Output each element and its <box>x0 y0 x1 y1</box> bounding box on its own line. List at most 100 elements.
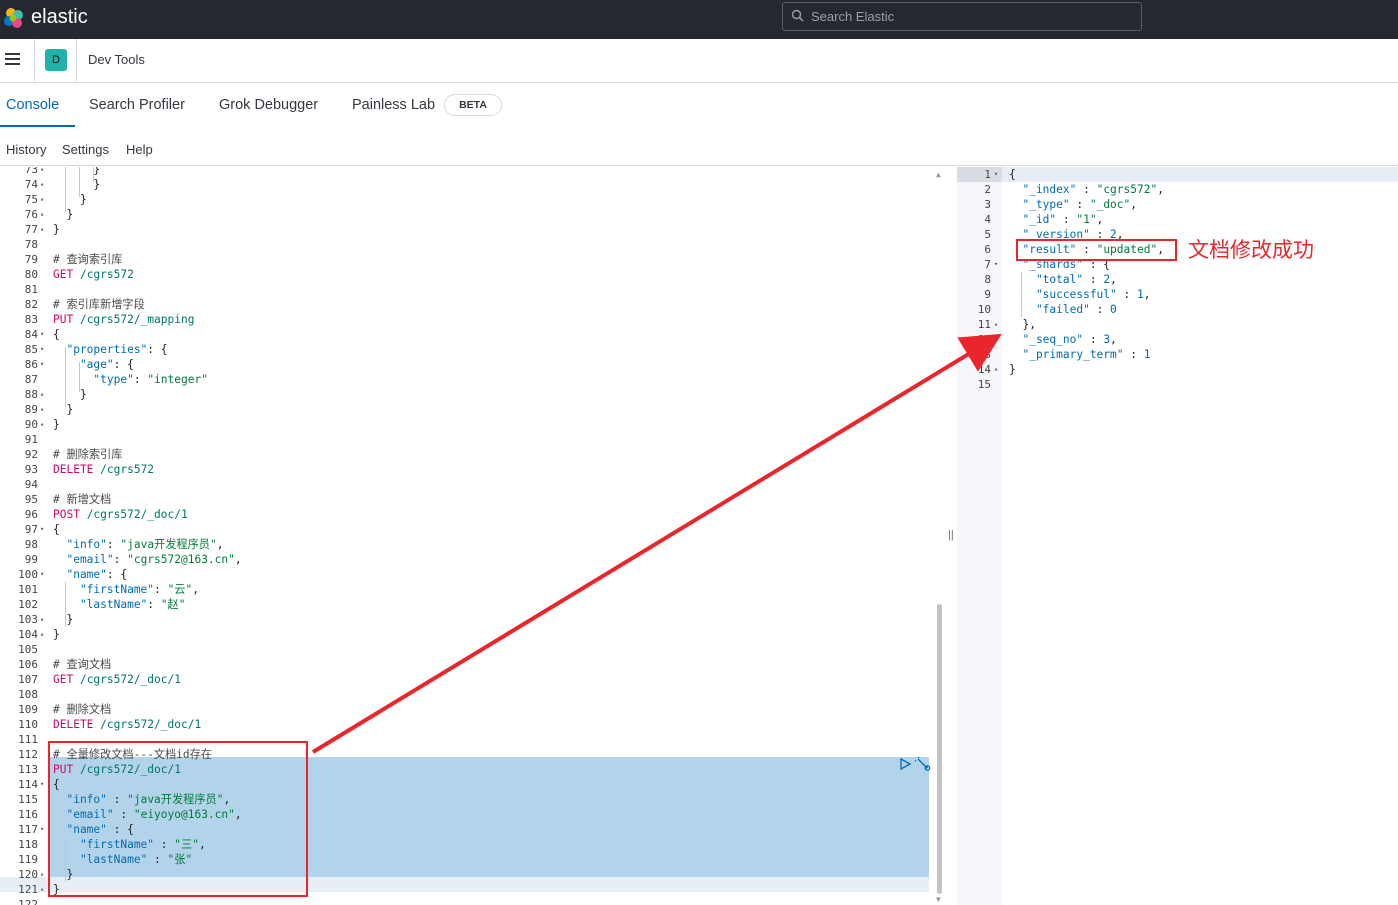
editor-token: } <box>53 403 74 416</box>
editor-scrollbar[interactable] <box>937 604 942 894</box>
editor-token: } <box>53 418 60 431</box>
output-code-line: "_primary_term" : 1 <box>1009 347 1150 362</box>
space-avatar[interactable]: D <box>45 49 67 71</box>
output-token: "_type" <box>1009 198 1070 211</box>
play-icon[interactable] <box>899 758 911 770</box>
editor-line-number: 118 <box>18 838 38 851</box>
editor-line-number: 74 <box>24 178 38 191</box>
wrench-icon[interactable] <box>915 757 931 772</box>
editor-token: , <box>216 538 224 551</box>
elastic-logo-icon[interactable] <box>2 6 26 30</box>
editor-gutter: 73 ▴ 74 ▴ 75 ▴ 76 ▴ 77 ▴ 78 79 80 81 82 83 84 ▾ 85 ▾ 86 ▾ 87 88… <box>0 167 49 905</box>
search-input[interactable]: Search Elastic <box>782 2 1142 31</box>
editor-code-line: "info": "java开发程序员", <box>53 537 223 552</box>
fold-open-icon[interactable]: ▾ <box>994 257 998 272</box>
output-line-number: 10 <box>977 303 991 316</box>
beta-badge: BETA <box>444 94 502 116</box>
fold-open-icon[interactable]: ▾ <box>40 522 44 537</box>
editor-code-line: "firstName": "云", <box>53 582 199 597</box>
output-token: : <box>1056 213 1077 226</box>
fold-close-icon[interactable]: ▴ <box>40 627 44 642</box>
output-gutter: 1 ▾ 2 3 4 5 6 7 ▾ 8 9 10 11 ▴ 12 13 14 ▴ 15 <box>957 167 1002 905</box>
fold-open-icon[interactable]: ▾ <box>40 357 44 372</box>
menu-icon[interactable] <box>5 53 20 65</box>
tab-grok-debugger[interactable]: Grok Debugger <box>219 97 318 113</box>
fold-close-icon[interactable]: ▴ <box>40 417 44 432</box>
fold-close-icon[interactable]: ▴ <box>40 207 44 222</box>
editor-code-line: } <box>53 402 73 417</box>
fold-open-icon[interactable]: ▾ <box>40 342 44 357</box>
editor-code-line: } <box>53 627 60 642</box>
editor-line-number: 107 <box>18 673 38 686</box>
fold-open-icon[interactable]: ▾ <box>40 567 44 582</box>
editor-token: /cgrs572/_mapping <box>73 313 195 326</box>
fold-close-icon[interactable]: ▴ <box>40 167 44 177</box>
editor-line-number: 120 <box>18 868 38 881</box>
editor-token: "age" <box>53 358 114 371</box>
editor-line-number: 85 <box>24 343 38 356</box>
editor-line-number: 79 <box>24 253 38 266</box>
editor-token: POST <box>53 508 80 521</box>
divider <box>34 39 35 82</box>
scroll-down-icon[interactable]: ▼ <box>936 895 941 904</box>
editor-token: "integer" <box>147 373 208 386</box>
output-token: "_doc" <box>1089 198 1131 211</box>
output-token: "successful" <box>1009 288 1117 301</box>
editor-code-line: DELETE /cgrs572/_doc/1 <box>53 717 201 732</box>
fold-open-icon[interactable]: ▾ <box>40 822 44 837</box>
output-token: }, <box>1009 318 1036 331</box>
editor-token: DELETE <box>53 718 94 731</box>
editor-token: , <box>192 583 199 596</box>
editor-line-number: 83 <box>24 313 38 326</box>
tab-console[interactable]: Console <box>6 97 59 113</box>
editor-token: : <box>154 583 168 596</box>
output-token: "_seq_no" <box>1009 333 1084 346</box>
fold-close-icon[interactable]: ▴ <box>40 882 44 897</box>
editor-token: # 删除索引库 <box>53 448 123 461</box>
history-link[interactable]: History <box>6 142 46 157</box>
editor-line-number: 77 <box>24 223 38 236</box>
fold-close-icon[interactable]: ▴ <box>40 387 44 402</box>
output-token: "_index" <box>1009 183 1077 196</box>
fold-close-icon[interactable]: ▴ <box>40 177 44 192</box>
fold-close-icon[interactable]: ▴ <box>40 402 44 417</box>
active-tab-indicator <box>0 125 75 127</box>
response-output: 1 ▾ 2 3 4 5 6 7 ▾ 8 9 10 11 ▴ 12 13 14 ▴ 15 { "_index" : "… <box>957 167 1398 905</box>
fold-close-icon[interactable]: ▴ <box>994 362 998 377</box>
editor-code-line: "email": "cgrs572@163.cn", <box>53 552 242 567</box>
editor-token: { <box>53 328 60 341</box>
fold-open-icon[interactable]: ▾ <box>994 167 998 182</box>
editor-token: : <box>106 538 121 551</box>
editor-line-number: 99 <box>24 553 38 566</box>
editor-line-number: 111 <box>18 733 38 746</box>
editor-code-line: } <box>53 222 60 237</box>
editor-token: /cgrs572 <box>93 463 155 476</box>
help-link[interactable]: Help <box>126 142 153 157</box>
fold-close-icon[interactable]: ▴ <box>40 867 44 882</box>
editor-code-line: } <box>53 207 73 222</box>
resize-handle-icon[interactable]: || <box>948 529 954 541</box>
editor-code-line: # 查询文档 <box>53 657 111 672</box>
pane-resizer[interactable]: || <box>945 167 957 905</box>
scroll-up-icon[interactable]: ▲ <box>936 170 941 179</box>
settings-link[interactable]: Settings <box>62 142 109 157</box>
fold-close-icon[interactable]: ▴ <box>40 612 44 627</box>
fold-close-icon[interactable]: ▴ <box>40 222 44 237</box>
editor-code-line: # 索引库新增字段 <box>53 297 145 312</box>
editor-line-number: 113 <box>18 763 38 776</box>
editor-token: , <box>234 553 242 566</box>
search-icon <box>791 9 804 22</box>
fold-close-icon[interactable]: ▴ <box>994 317 998 332</box>
editor-token: } <box>53 613 74 626</box>
editor-line-number: 93 <box>24 463 38 476</box>
output-line-number: 7 <box>984 258 991 271</box>
editor-line-number: 116 <box>18 808 38 821</box>
editor-line-number: 117 <box>18 823 38 836</box>
fold-open-icon[interactable]: ▾ <box>40 777 44 792</box>
fold-close-icon[interactable]: ▴ <box>40 192 44 207</box>
fold-open-icon[interactable]: ▾ <box>40 327 44 342</box>
editor-line-number: 119 <box>18 853 38 866</box>
tab-search-profiler[interactable]: Search Profiler <box>89 97 185 113</box>
output-token: "cgrs572" <box>1096 183 1158 196</box>
tab-painless-lab[interactable]: Painless Lab <box>352 97 435 113</box>
